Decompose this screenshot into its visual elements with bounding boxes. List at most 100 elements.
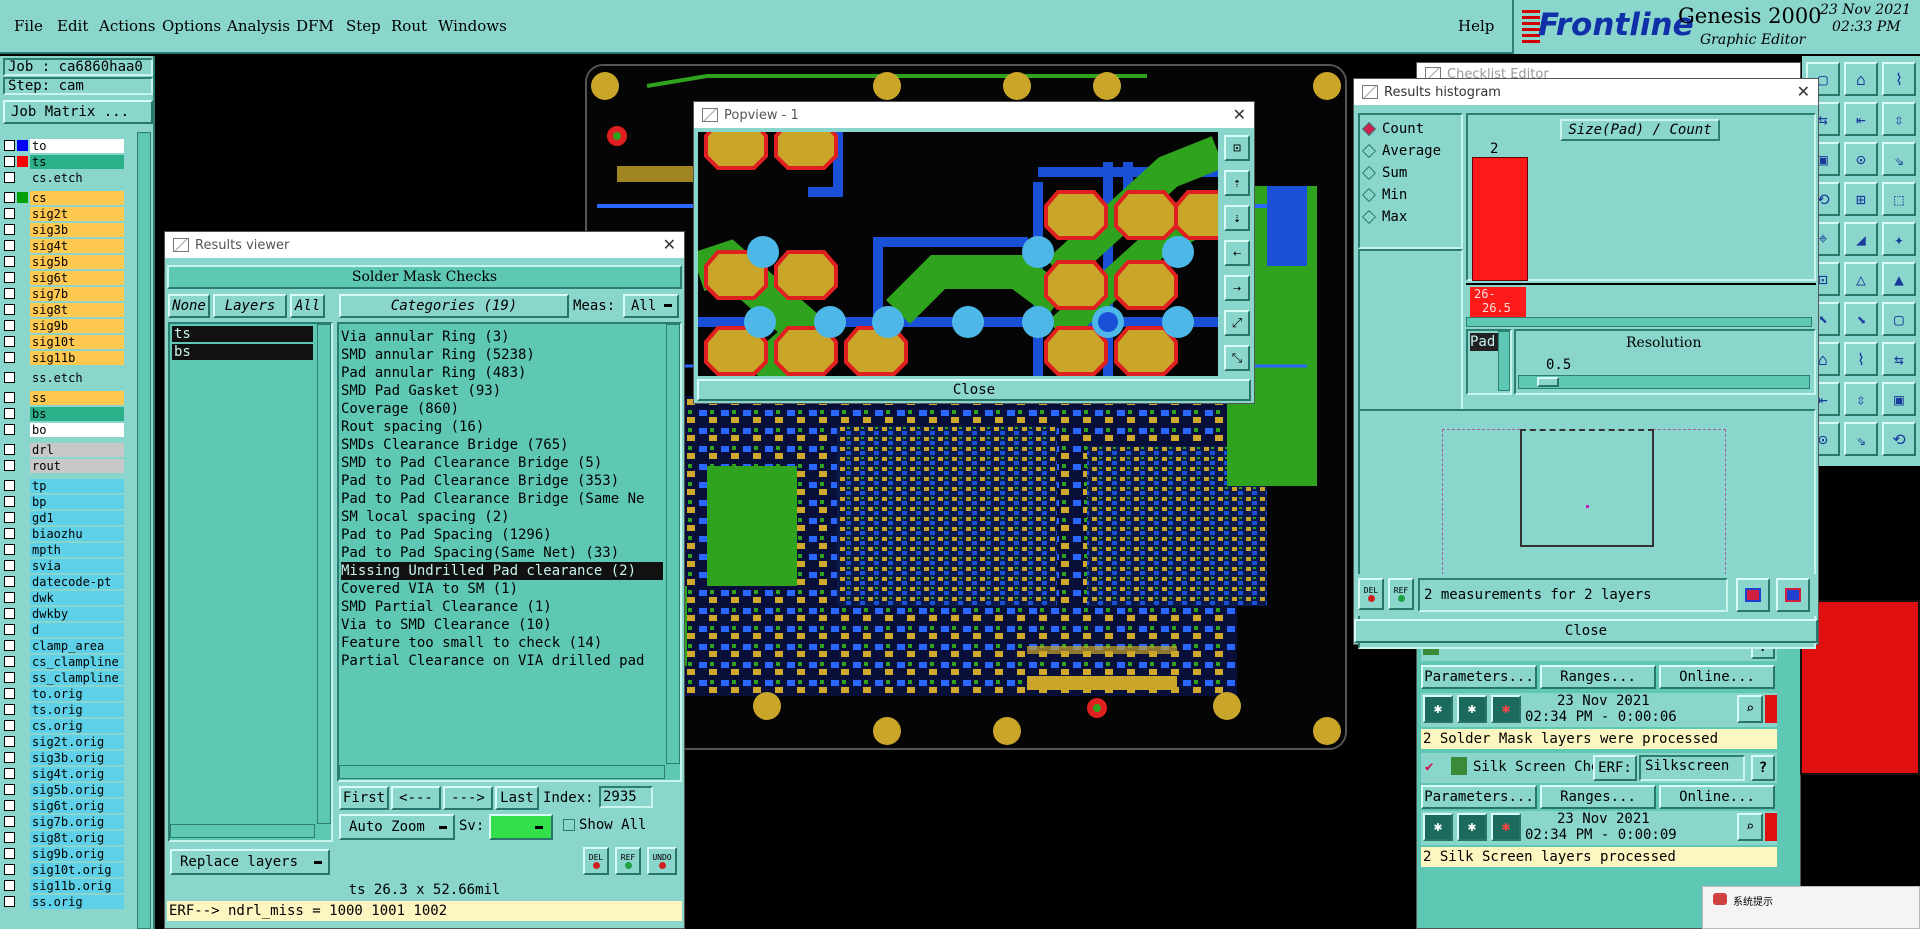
next-button[interactable]: ---> — [443, 786, 493, 810]
layer-color-swatch[interactable] — [17, 864, 28, 875]
unit-item[interactable]: Pad — [1470, 333, 1498, 351]
tool-button-icon[interactable]: ⊙ — [1844, 142, 1878, 176]
layer-checkbox[interactable] — [4, 704, 15, 715]
index-input[interactable]: 2935 — [599, 786, 653, 808]
layer-row[interactable]: sig5b — [4, 254, 124, 269]
tool-button-icon[interactable]: ▣ — [1882, 382, 1916, 416]
layer-name[interactable]: gd1 — [30, 510, 124, 525]
layer-name[interactable]: cs — [30, 190, 124, 205]
layer-name[interactable]: dwk — [30, 590, 124, 605]
resolution-slider[interactable] — [1518, 375, 1810, 389]
layer-color-swatch[interactable] — [17, 656, 28, 667]
layer-color-swatch[interactable] — [17, 672, 28, 683]
layer-name[interactable]: sig10t — [30, 334, 124, 349]
tool-button-icon[interactable]: ▢ — [1882, 302, 1916, 336]
online-button[interactable]: Online... — [1659, 665, 1775, 689]
pan-right-icon[interactable]: ⇢ — [1224, 275, 1250, 301]
layer-color-swatch[interactable] — [17, 224, 28, 235]
layer-name[interactable]: sig7b.orig — [30, 814, 124, 829]
system-hint-popup[interactable]: 系统提示 — [1702, 886, 1920, 929]
layer-checkbox[interactable] — [4, 768, 15, 779]
layer-name[interactable]: bp — [30, 494, 124, 509]
layer-name[interactable]: sig3b — [30, 222, 124, 237]
layer-row[interactable]: bo — [4, 422, 124, 437]
layer-checkbox[interactable] — [4, 560, 15, 571]
category-item[interactable]: Pad to Pad Spacing(Same Net) (33) — [341, 544, 663, 562]
layer-color-swatch[interactable] — [17, 752, 28, 763]
layer-checkbox[interactable] — [4, 444, 15, 455]
last-button[interactable]: Last — [495, 786, 539, 810]
layer-name[interactable]: ts.orig — [30, 702, 124, 717]
layer-checkbox[interactable] — [4, 172, 15, 183]
del-button[interactable]: DEL — [583, 847, 609, 875]
first-button[interactable]: First — [339, 786, 389, 810]
histogram-close-button[interactable]: Close — [1354, 619, 1818, 643]
ranges-button-2[interactable]: Ranges... — [1540, 785, 1656, 809]
layer-checkbox[interactable] — [4, 608, 15, 619]
stop-icon[interactable]: ✱ — [1491, 695, 1521, 723]
layer-name[interactable]: sig11b.orig — [30, 878, 124, 893]
layer-row[interactable]: sig2t.orig — [4, 734, 124, 749]
layer-checkbox[interactable] — [4, 512, 15, 523]
menu-edit[interactable]: Edit — [57, 17, 88, 35]
layer-color-swatch[interactable] — [17, 848, 28, 859]
run-icon[interactable]: ✱ — [1423, 813, 1453, 841]
pan-up-icon[interactable]: ⇡ — [1224, 170, 1250, 196]
layers-button[interactable]: Layers — [213, 294, 287, 318]
layer-row[interactable]: sig10t.orig — [4, 862, 124, 877]
layer-checkbox[interactable] — [4, 224, 15, 235]
layer-row[interactable]: bp — [4, 494, 124, 509]
aggregate-option-count[interactable]: Count — [1361, 119, 1424, 139]
category-item[interactable]: Covered VIA to SM (1) — [341, 580, 663, 598]
footer-ref-button[interactable]: REF — [1388, 578, 1414, 610]
meas-select[interactable]: All — [623, 294, 679, 318]
layer-checkbox[interactable] — [4, 752, 15, 763]
layer-name[interactable]: to.orig — [30, 686, 124, 701]
layer-checkbox[interactable] — [4, 544, 15, 555]
layer-name[interactable]: ss.orig — [30, 894, 124, 909]
layer-checkbox[interactable] — [4, 460, 15, 471]
tool-button-icon[interactable]: ⟲ — [1882, 422, 1916, 456]
none-button[interactable]: None — [168, 294, 210, 318]
layer-checkbox[interactable] — [4, 592, 15, 603]
layer-name[interactable]: dwkby — [30, 606, 124, 621]
layer-row[interactable]: biaozhu — [4, 526, 124, 541]
layer-row[interactable]: sig3b.orig — [4, 750, 124, 765]
layer-checkbox[interactable] — [4, 784, 15, 795]
popview-titlebar[interactable]: Popview - 1 ✕ — [694, 102, 1254, 128]
layer-name[interactable]: tp — [30, 478, 124, 493]
layer-result-item[interactable]: bs — [172, 344, 313, 360]
row2-erf-button[interactable]: ERF: — [1593, 755, 1637, 781]
stop-icon[interactable]: ✱ — [1491, 813, 1521, 841]
layer-color-swatch[interactable] — [17, 576, 28, 587]
layer-row[interactable]: sig4t — [4, 238, 124, 253]
layer-row[interactable]: dwk — [4, 590, 124, 605]
layer-color-swatch[interactable] — [17, 172, 28, 183]
category-hscrollbar[interactable] — [339, 765, 665, 779]
layer-name[interactable]: ts — [30, 154, 124, 169]
layer-checkbox[interactable] — [4, 256, 15, 267]
layer-checkbox[interactable] — [4, 864, 15, 875]
category-item[interactable]: SMD to Pad Clearance Bridge (5) — [341, 454, 663, 472]
row2-erf-input[interactable]: Silkscreen — [1639, 755, 1745, 781]
menu-dfm[interactable]: DFM — [296, 17, 334, 35]
layer-name[interactable]: to — [30, 138, 124, 153]
layer-color-swatch[interactable] — [17, 624, 28, 635]
layer-color-swatch[interactable] — [17, 512, 28, 523]
layer-row[interactable]: dwkby — [4, 606, 124, 621]
footer-del-button[interactable]: DEL — [1358, 578, 1384, 610]
aggregate-option-average[interactable]: Average — [1361, 141, 1441, 161]
layer-name[interactable]: sig2t — [30, 206, 124, 221]
all-button[interactable]: All — [290, 294, 325, 318]
run-all-icon[interactable]: ✱ — [1457, 813, 1487, 841]
view-results-icon[interactable]: ⌕ — [1737, 695, 1763, 723]
ranges-button[interactable]: Ranges... — [1540, 665, 1656, 689]
category-item[interactable]: Missing Undrilled Pad clearance (2) — [341, 562, 663, 580]
layer-name[interactable]: d — [30, 622, 124, 637]
layer-color-swatch[interactable] — [17, 480, 28, 491]
layer-row[interactable]: bs — [4, 406, 124, 421]
layer-row[interactable]: sig7b — [4, 286, 124, 301]
layer-name[interactable]: ss.etch — [30, 370, 124, 385]
layer-color-swatch[interactable] — [17, 688, 28, 699]
layer-color-swatch[interactable] — [17, 288, 28, 299]
